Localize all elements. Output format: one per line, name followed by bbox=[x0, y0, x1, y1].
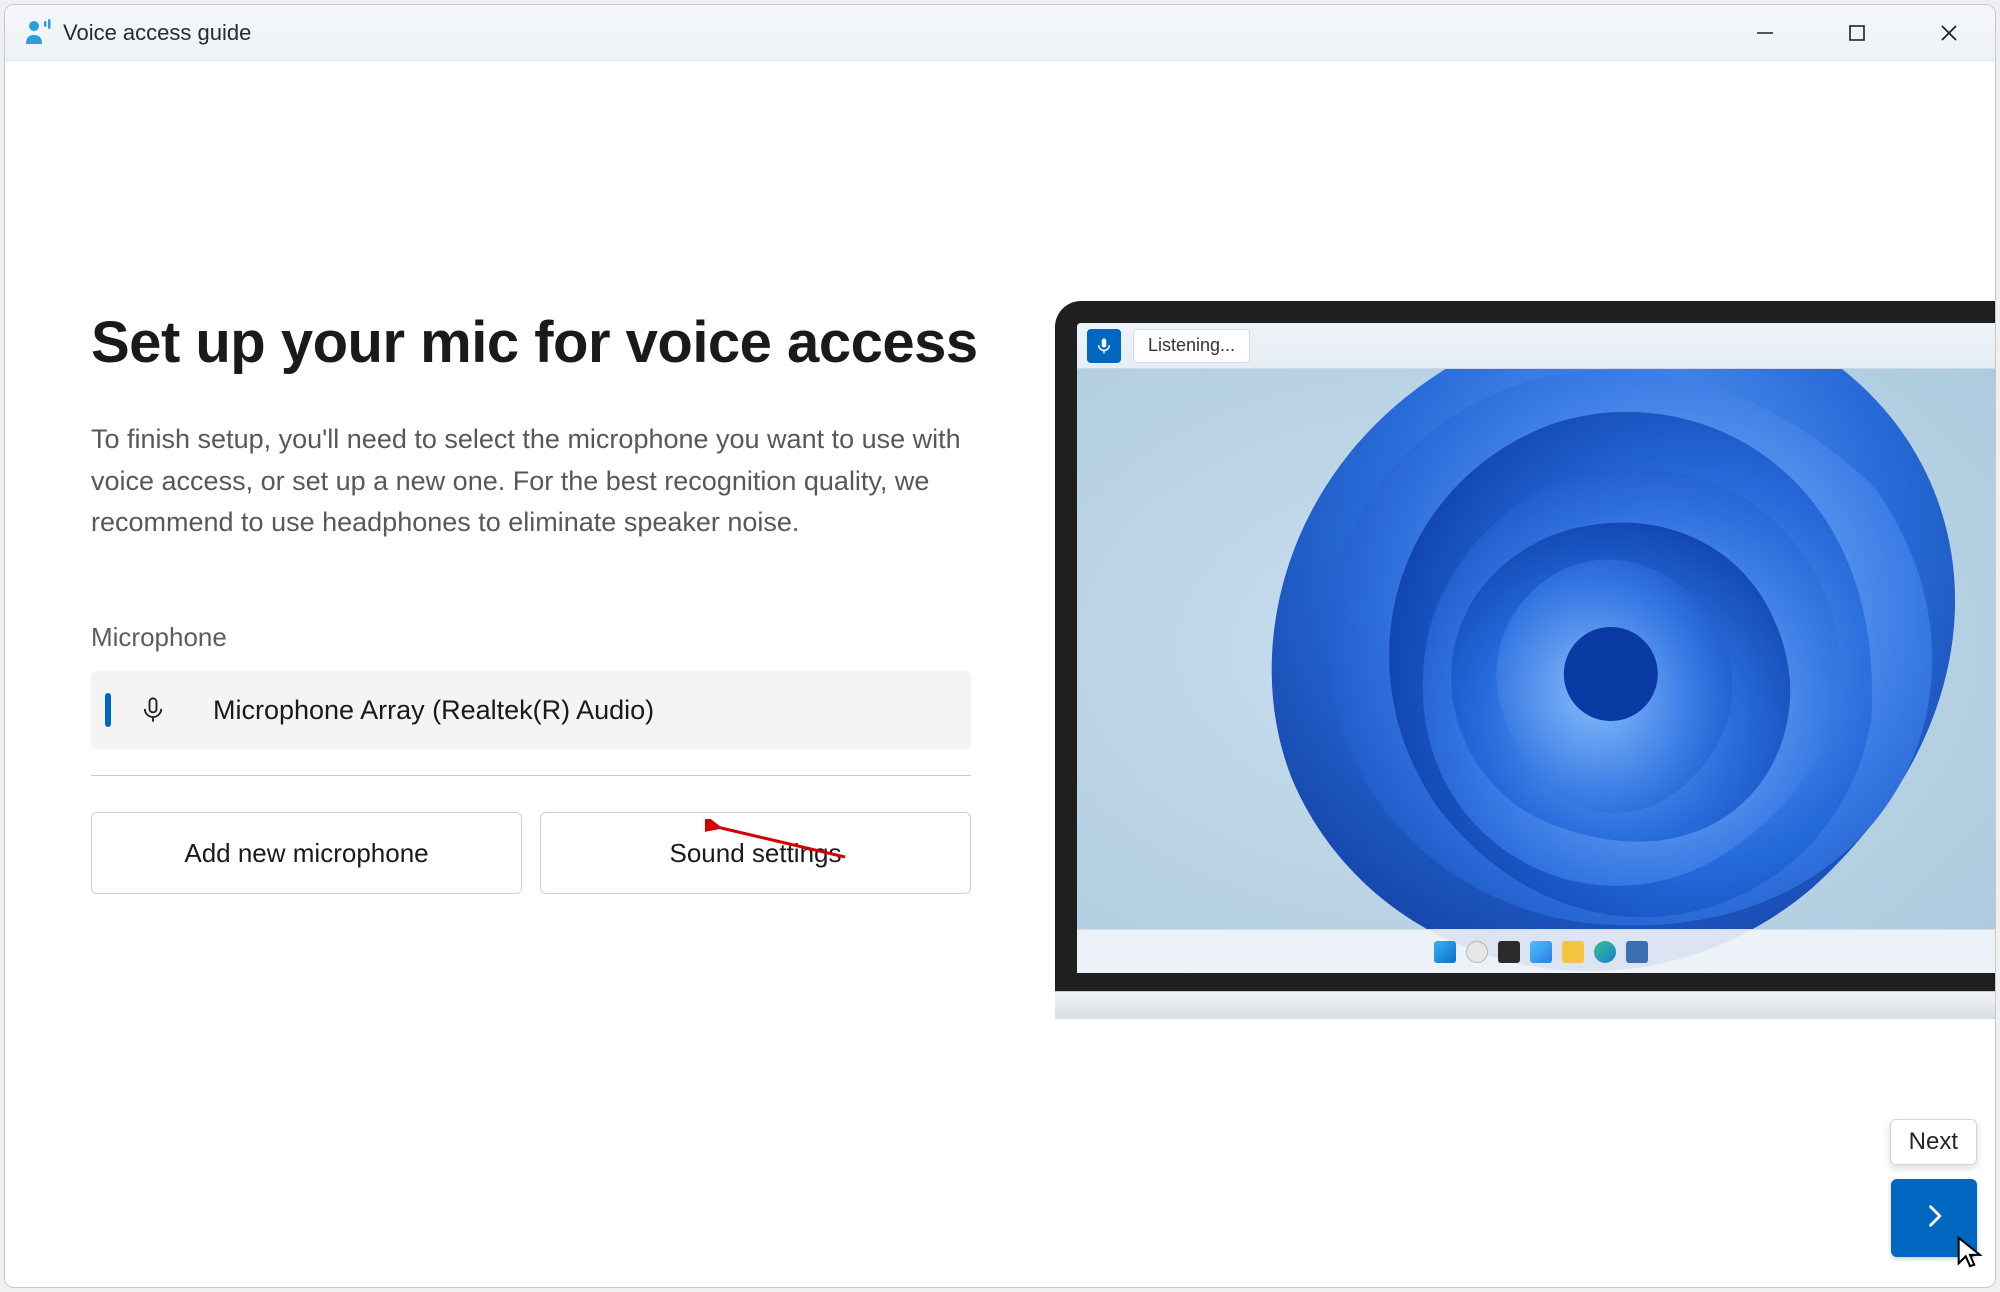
page-description: To finish setup, you'll need to select t… bbox=[91, 419, 961, 545]
next-tooltip-label: Next bbox=[1909, 1128, 1958, 1155]
voice-access-toolbar: Listening... bbox=[1077, 323, 1995, 369]
explorer-icon bbox=[1562, 941, 1584, 963]
selected-microphone-name: Microphone Array (Realtek(R) Audio) bbox=[213, 695, 654, 726]
sound-settings-label: Sound settings bbox=[669, 838, 841, 869]
maximize-button[interactable] bbox=[1811, 5, 1903, 61]
start-icon bbox=[1434, 941, 1456, 963]
search-icon bbox=[1466, 941, 1488, 963]
content-area: Set up your mic for voice access To fini… bbox=[5, 61, 1995, 1287]
taskbar bbox=[1077, 929, 1995, 973]
toolbar-status: Listening... bbox=[1133, 329, 1250, 363]
laptop-base bbox=[1055, 991, 1995, 1019]
microphone-section-label: Microphone bbox=[91, 622, 995, 653]
microphone-icon bbox=[137, 694, 169, 726]
divider bbox=[91, 775, 971, 776]
next-tooltip: Next bbox=[1890, 1119, 1977, 1165]
selection-indicator bbox=[105, 693, 111, 727]
setup-pane: Set up your mic for voice access To fini… bbox=[5, 61, 1055, 1287]
taskview-icon bbox=[1498, 941, 1520, 963]
window-title: Voice access guide bbox=[63, 20, 251, 46]
window: Voice access guide Set up your mic for v… bbox=[4, 4, 1996, 1288]
microphone-selector[interactable]: Microphone Array (Realtek(R) Audio) bbox=[91, 671, 971, 749]
preview-pane: Listening... bbox=[1055, 61, 1995, 1287]
button-row: Add new microphone Sound settings bbox=[91, 812, 971, 894]
laptop-illustration: Listening... bbox=[1055, 301, 1995, 1019]
titlebar: Voice access guide bbox=[5, 5, 1995, 61]
chevron-right-icon bbox=[1920, 1202, 1948, 1235]
app-icon bbox=[23, 18, 53, 48]
add-microphone-label: Add new microphone bbox=[184, 838, 428, 869]
close-button[interactable] bbox=[1903, 5, 1995, 61]
store-icon bbox=[1626, 941, 1648, 963]
edge-icon bbox=[1594, 941, 1616, 963]
add-microphone-button[interactable]: Add new microphone bbox=[91, 812, 522, 894]
laptop-bezel: Listening... bbox=[1055, 301, 1995, 991]
bloom-wallpaper bbox=[1170, 323, 1995, 973]
next-button[interactable] bbox=[1891, 1179, 1977, 1257]
page-heading: Set up your mic for voice access bbox=[91, 311, 995, 375]
sound-settings-button[interactable]: Sound settings bbox=[540, 812, 971, 894]
toolbar-microphone-icon bbox=[1087, 329, 1121, 363]
toolbar-status-text: Listening... bbox=[1148, 335, 1235, 356]
laptop-screen: Listening... bbox=[1077, 323, 1995, 973]
widgets-icon bbox=[1530, 941, 1552, 963]
minimize-button[interactable] bbox=[1719, 5, 1811, 61]
